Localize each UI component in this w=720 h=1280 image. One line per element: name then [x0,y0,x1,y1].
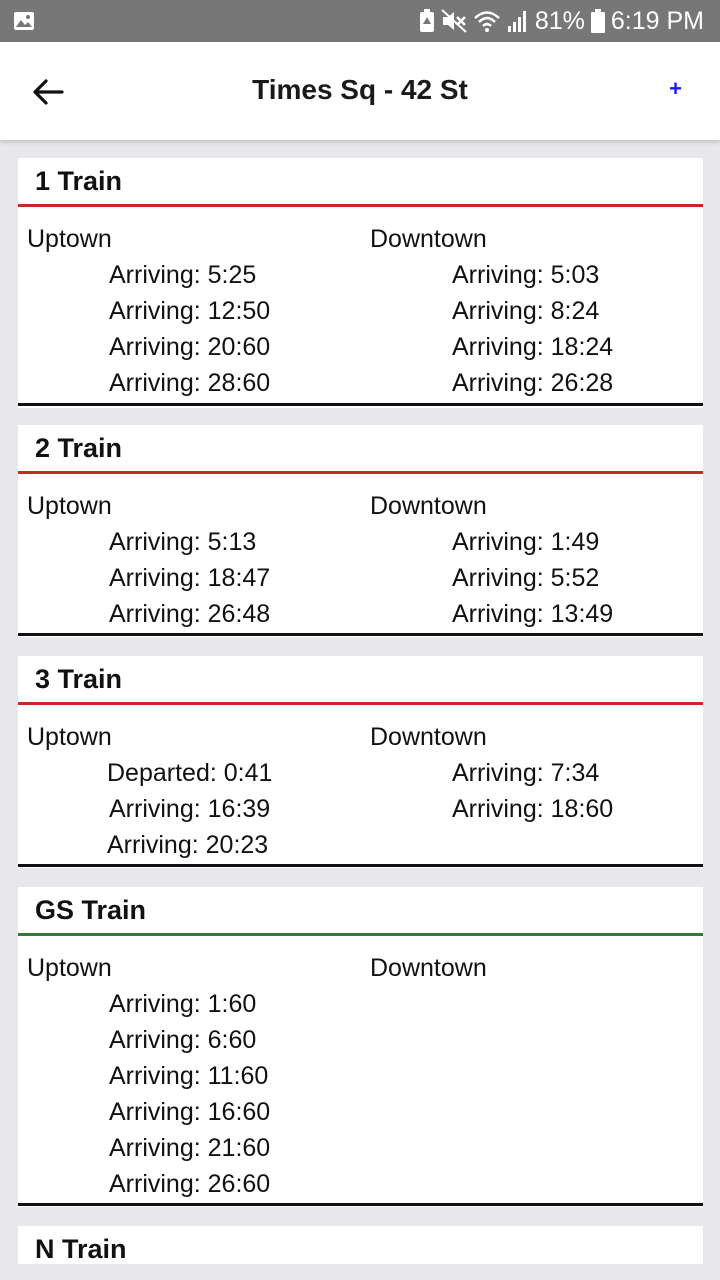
downtown-label: Downtown [370,723,487,751]
arrival-time: Arriving: 8:24 [452,297,600,325]
train-name: GS Train [35,895,147,925]
arrival-time: Arriving: 20:60 [109,333,271,361]
arrival-time: Arriving: 16:39 [109,795,271,823]
uptown-column: Uptown Departed: 0:41 Arriving: 16:39 Ar… [27,719,272,863]
uptown-column: Uptown Arriving: 5:13 Arriving: 18:47 Ar… [27,488,270,632]
card-bottom-rule [18,864,703,867]
train-list[interactable]: 1 Train Uptown Arriving: 5:25 Arriving: … [0,140,720,1280]
train-name: 3 Train [35,664,123,694]
arrival-time: Arriving: 28:60 [109,369,271,397]
train-name: 1 Train [35,166,123,196]
train-card-2: 2 Train Uptown Arriving: 5:13 Arriving: … [18,425,703,637]
clock: 6:19 PM [610,6,704,35]
card-bottom-rule [18,633,703,636]
mute-icon [441,9,467,33]
downtown-column: Downtown Arriving: 1:49 Arriving: 5:52 A… [370,488,613,632]
downtown-column: Downtown Arriving: 5:03 Arriving: 8:24 A… [370,221,613,401]
train-name: N Train [35,1234,127,1264]
signal-icon [507,11,526,32]
downtown-column: Downtown [370,950,487,986]
downtown-column: Downtown Arriving: 7:34 Arriving: 18:60 [370,719,613,827]
arrival-time: Arriving: 5:13 [109,528,257,556]
train-card-1: 1 Train Uptown Arriving: 5:25 Arriving: … [18,158,703,408]
line-color-divider [18,702,703,705]
uptown-column: Uptown Arriving: 5:25 Arriving: 12:50 Ar… [27,221,270,401]
departure-time: Departed: 0:41 [107,759,273,787]
app-bar: Times Sq - 42 St + [0,42,720,140]
status-icons: 81% 6:19 PM [419,0,704,42]
arrival-time: Arriving: 18:24 [452,333,614,361]
arrival-time: Arriving: 1:49 [452,528,600,556]
arrival-time: Arriving: 16:60 [109,1098,271,1126]
status-bar: 81% 6:19 PM [0,0,720,42]
arrival-time: Arriving: 11:60 [109,1062,269,1090]
arrival-time: Arriving: 26:48 [109,600,271,628]
arrival-time: Arriving: 13:49 [452,600,614,628]
battery-percent: 81% [534,6,585,35]
arrival-time: Arriving: 26:60 [109,1170,271,1198]
uptown-label: Uptown [27,723,112,751]
arrival-time: Arriving: 21:60 [109,1134,271,1162]
add-button[interactable]: + [669,76,682,102]
arrival-time: Arriving: 20:23 [107,831,269,859]
arrival-time: Arriving: 5:03 [452,261,600,289]
train-name: 2 Train [35,433,123,463]
arrival-time: Arriving: 18:60 [452,795,614,823]
wifi-icon [473,11,500,32]
arrival-time: Arriving: 6:60 [109,1026,257,1054]
train-card-3: 3 Train Uptown Departed: 0:41 Arriving: … [18,656,703,868]
card-bottom-rule [18,1203,703,1206]
train-card-gs: GS Train Uptown Arriving: 1:60 Arriving:… [18,887,703,1207]
page-title: Times Sq - 42 St [252,74,468,105]
train-card-n: N Train [18,1226,703,1264]
downtown-label: Downtown [370,954,487,982]
battery-icon [590,9,605,33]
battery-saver-icon [419,9,434,32]
uptown-label: Uptown [27,225,112,253]
line-color-divider [18,204,703,207]
uptown-column: Uptown Arriving: 1:60 Arriving: 6:60 Arr… [27,950,270,1202]
arrival-time: Arriving: 26:28 [452,369,614,397]
uptown-label: Uptown [27,954,112,982]
arrival-time: Arriving: 7:34 [452,759,600,787]
uptown-label: Uptown [27,492,112,520]
arrival-time: Arriving: 5:25 [109,261,257,289]
line-color-divider [18,471,703,474]
downtown-label: Downtown [370,225,487,253]
line-color-divider [18,933,703,936]
card-bottom-rule [18,403,703,406]
gallery-icon [14,12,34,30]
downtown-label: Downtown [370,492,487,520]
arrival-time: Arriving: 12:50 [109,297,271,325]
arrival-time: Arriving: 18:47 [109,564,271,592]
arrival-time: Arriving: 5:52 [452,564,600,592]
arrival-time: Arriving: 1:60 [109,990,257,1018]
